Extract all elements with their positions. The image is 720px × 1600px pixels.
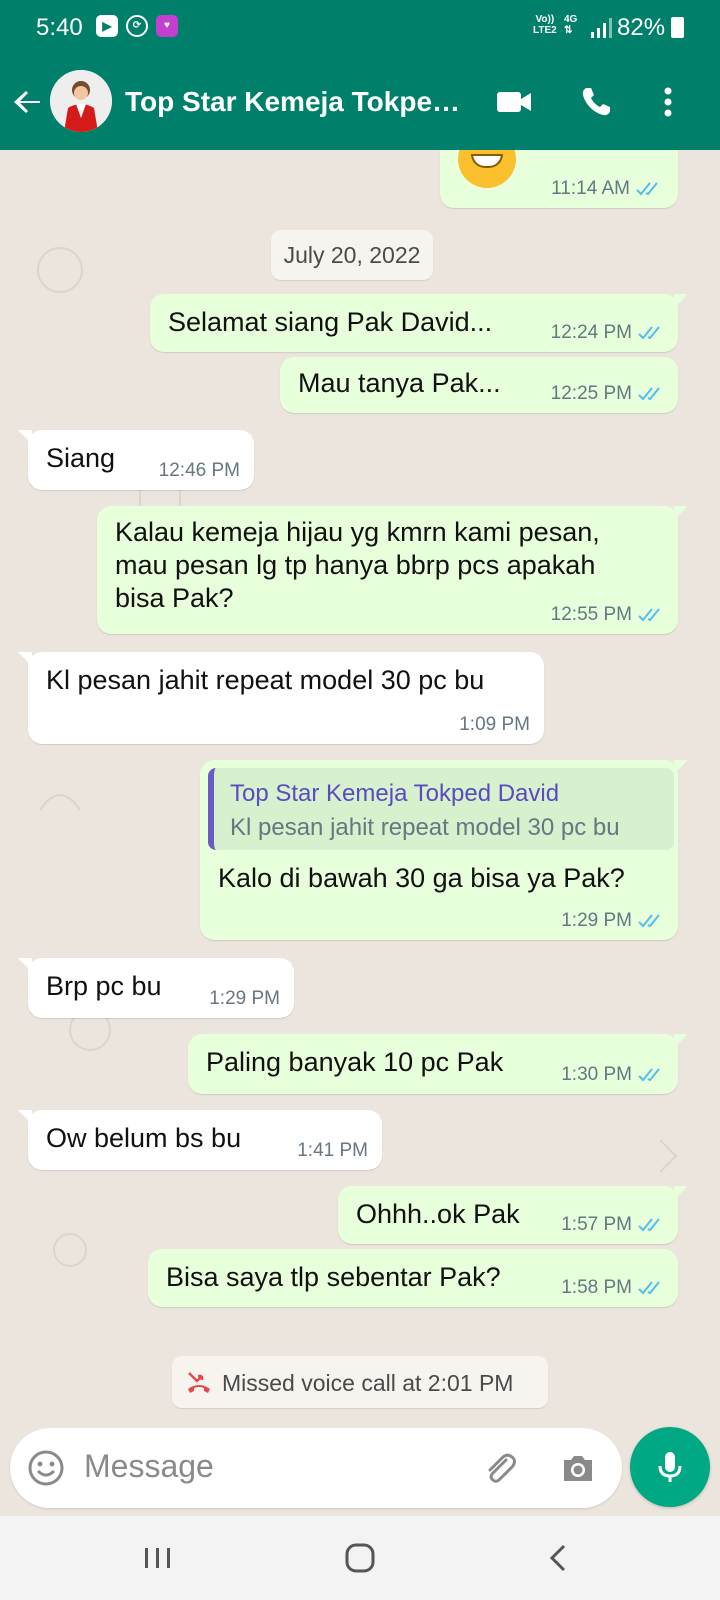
message-time: 1:41 PM [297,1140,368,1161]
double-check-icon [638,1068,660,1082]
message-text: Ohhh..ok Pak [356,1199,520,1229]
message-input[interactable]: Message [84,1448,214,1485]
message-text: Kl pesan jahit repeat model 30 pc bu [46,665,485,695]
more-vert-icon[interactable] [648,82,688,122]
message-bubble-out[interactable]: Bisa saya tlp sebentar Pak? 1:58 PM [148,1249,678,1307]
lazada-icon: ♥ [156,15,178,37]
message-time: 11:14 AM [551,178,630,199]
video-call-icon[interactable] [494,82,534,122]
double-check-icon [638,608,660,622]
message-text: Selamat siang Pak David... [168,307,493,337]
double-check-icon [638,1281,660,1295]
message-time: 1:29 PM [561,910,632,931]
network-type: 4G ⇅ [564,14,578,36]
message-bubble-out[interactable]: Ohhh..ok Pak 1:57 PM [338,1186,688,1244]
message-composer[interactable]: Message [10,1428,622,1508]
signal-icon [591,18,612,38]
message-bubble-out-reply[interactable]: Top Star Kemeja Tokped David Kl pesan ja… [200,760,688,940]
message-bubble-in[interactable]: Brp pc bu 1:29 PM [18,958,294,1018]
message-time: 12:55 PM [550,604,632,625]
chat-header: Top Star Kemeja Tokpe… [0,56,720,150]
message-text: Bisa saya tlp sebentar Pak? [166,1262,501,1292]
quoted-sender: Top Star Kemeja Tokped David [230,780,560,807]
missed-call-notice[interactable]: Missed voice call at 2:01 PM [172,1356,548,1408]
message-time: 1:09 PM [459,714,530,735]
message-text: Kalau kemeja hijau yg kmrn kami pesan, m… [115,517,600,613]
status-bar: 5:40 ▶ ⟳ ♥ Vo)) LTE2 4G ⇅ 82% [0,0,720,56]
microphone-icon [658,1452,682,1482]
back-arrow-icon[interactable] [10,84,46,120]
message-bubble-out[interactable]: Selamat siang Pak David... 12:24 PM [150,294,688,352]
battery-icon [671,17,684,38]
camera-icon[interactable] [558,1448,598,1488]
phone-icon[interactable] [576,82,616,122]
message-bubble-in[interactable]: Ow belum bs bu 1:41 PM [18,1110,382,1170]
home-icon[interactable] [338,1536,382,1580]
message-time: 12:25 PM [550,383,632,404]
voice-message-button[interactable] [630,1427,710,1507]
chat-area[interactable]: 11:14 AM July 20, 2022 Selamat siang Pak… [0,150,720,1432]
message-text: Kalo di bawah 30 ga bisa ya Pak? [218,863,625,893]
message-time: 12:24 PM [550,322,632,343]
message-time: 1:30 PM [561,1064,632,1085]
double-check-icon [636,182,658,196]
message-text: Siang [46,443,116,473]
avatar[interactable] [50,70,112,132]
message-bubble-in[interactable]: Kl pesan jahit repeat model 30 pc bu 1:0… [18,652,544,744]
message-bubble-out[interactable]: Kalau kemeja hijau yg kmrn kami pesan, m… [97,506,688,634]
missed-call-icon [188,1372,210,1393]
message-text: Brp pc bu [46,971,162,1001]
sync-icon: ⟳ [126,15,148,37]
emoji-icon[interactable] [26,1448,66,1488]
contact-name[interactable]: Top Star Kemeja Tokpe… [125,86,475,118]
message-text: Paling banyak 10 pc Pak [206,1047,504,1077]
message-bubble-in[interactable]: Siang 12:46 PM [18,430,254,490]
missed-call-text: Missed voice call at 2:01 PM [222,1370,514,1396]
double-check-icon [638,1218,660,1232]
youtube-icon: ▶ [96,15,118,37]
quoted-text: Kl pesan jahit repeat model 30 pc bu [230,814,620,841]
network-indicator: Vo)) LTE2 [533,14,557,36]
double-check-icon [638,914,660,928]
message-bubble-out[interactable]: Mau tanya Pak... 12:25 PM [280,357,678,413]
double-check-icon [638,326,660,340]
quoted-message[interactable]: Top Star Kemeja Tokped David Kl pesan ja… [208,768,674,850]
system-nav-bar [0,1516,720,1600]
message-text: Mau tanya Pak... [298,368,501,398]
message-time: 1:29 PM [209,988,280,1009]
double-check-icon [638,387,660,401]
message-time: 12:46 PM [158,460,240,481]
back-icon[interactable] [538,1536,582,1580]
message-bubble-out[interactable]: 11:14 AM [440,150,678,208]
date-chip: July 20, 2022 [271,230,433,280]
grinning-emoji-icon [458,150,516,188]
attach-icon[interactable] [480,1448,520,1488]
message-time: 1:58 PM [561,1277,632,1298]
status-time: 5:40 [36,14,83,41]
recent-apps-icon[interactable] [136,1536,180,1580]
message-time: 1:57 PM [561,1214,632,1235]
battery-percent: 82% [617,14,666,41]
message-text: Ow belum bs bu [46,1123,242,1153]
message-bubble-out[interactable]: Paling banyak 10 pc Pak 1:30 PM [188,1034,688,1094]
